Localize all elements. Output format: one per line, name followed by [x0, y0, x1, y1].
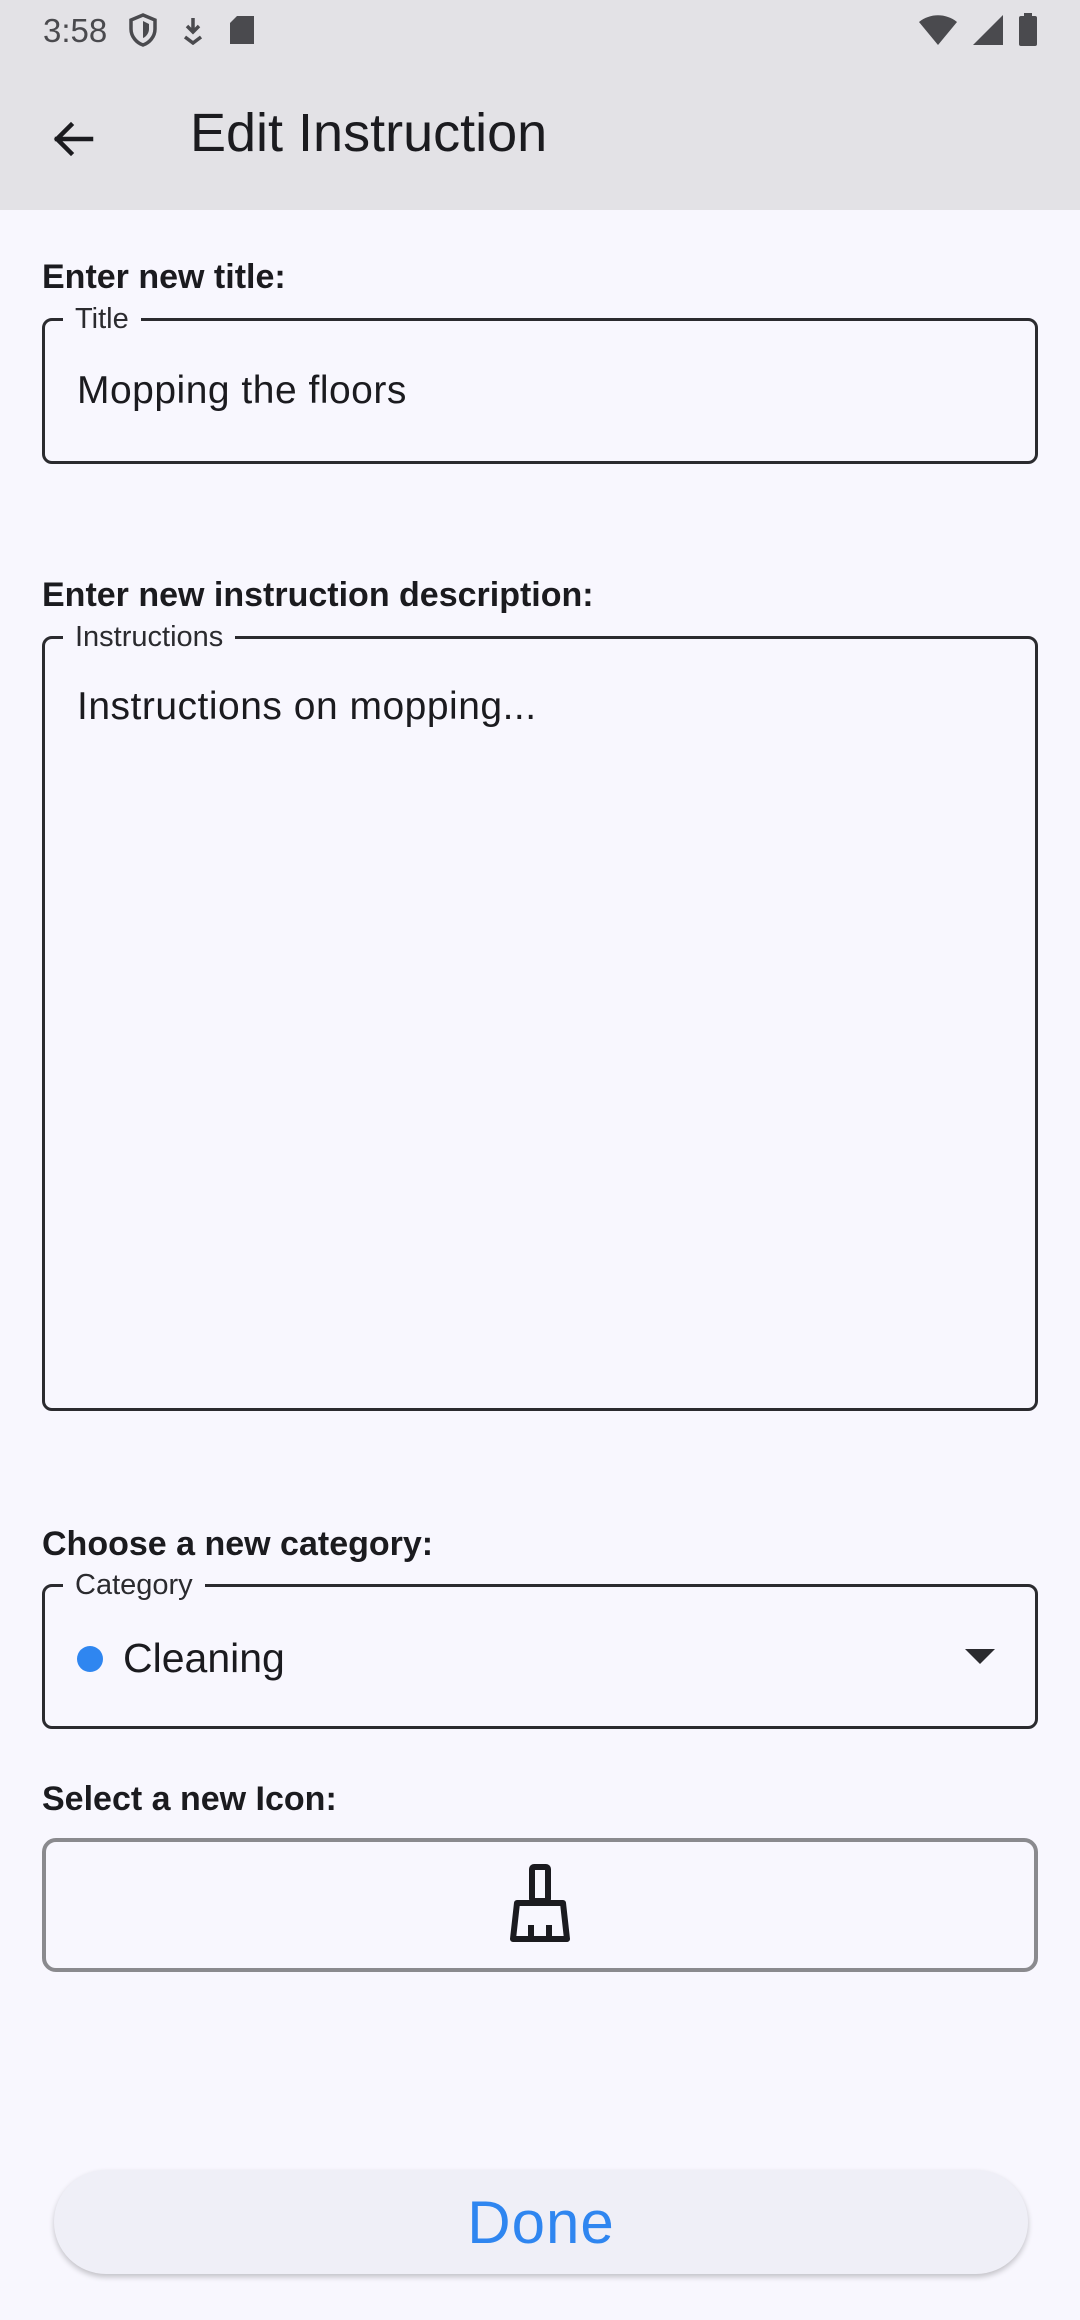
done-button-label: Done [467, 2188, 615, 2256]
instructions-textarea[interactable]: Instructions Instructions on mopping... [42, 620, 1038, 1411]
title-value: Mopping the floors [77, 369, 407, 412]
category-value: Cleaning [123, 1635, 285, 1681]
title-input[interactable]: Title Mopping the floors [42, 302, 1038, 464]
page-title: Edit Instruction [190, 103, 548, 163]
title-field-label: Title [63, 302, 141, 336]
back-button[interactable] [34, 102, 112, 180]
status-right-icons [918, 13, 1038, 52]
icon-picker-button[interactable] [42, 1838, 1038, 1972]
signal-icon [972, 14, 1004, 51]
status-time: 3:58 [43, 12, 108, 49]
sd-card-icon [228, 14, 256, 51]
app-bar: Edit Instruction [0, 62, 1080, 210]
status-bar: 3:58 [0, 0, 1080, 62]
description-section-label: Enter new instruction description: [42, 576, 594, 614]
dropdown-arrow-icon [965, 1649, 995, 1670]
category-section-label: Choose a new category: [42, 1525, 434, 1563]
done-button[interactable]: Done [54, 2170, 1028, 2274]
icon-section-label: Select a new Icon: [42, 1780, 337, 1818]
instructions-value: Instructions on mopping... [77, 685, 537, 728]
battery-icon [1018, 13, 1038, 52]
status-left-icons [128, 13, 256, 52]
instructions-field-label: Instructions [63, 620, 236, 654]
arrow-back-icon [49, 115, 97, 168]
category-color-dot [77, 1646, 103, 1672]
shield-icon [128, 13, 158, 52]
broom-icon [507, 1863, 573, 1948]
title-section-label: Enter new title: [42, 258, 286, 296]
category-field-label: Category [63, 1568, 205, 1602]
wifi-icon [918, 14, 958, 51]
download-icon [180, 15, 206, 50]
category-dropdown[interactable]: Category Cleaning [42, 1568, 1038, 1729]
